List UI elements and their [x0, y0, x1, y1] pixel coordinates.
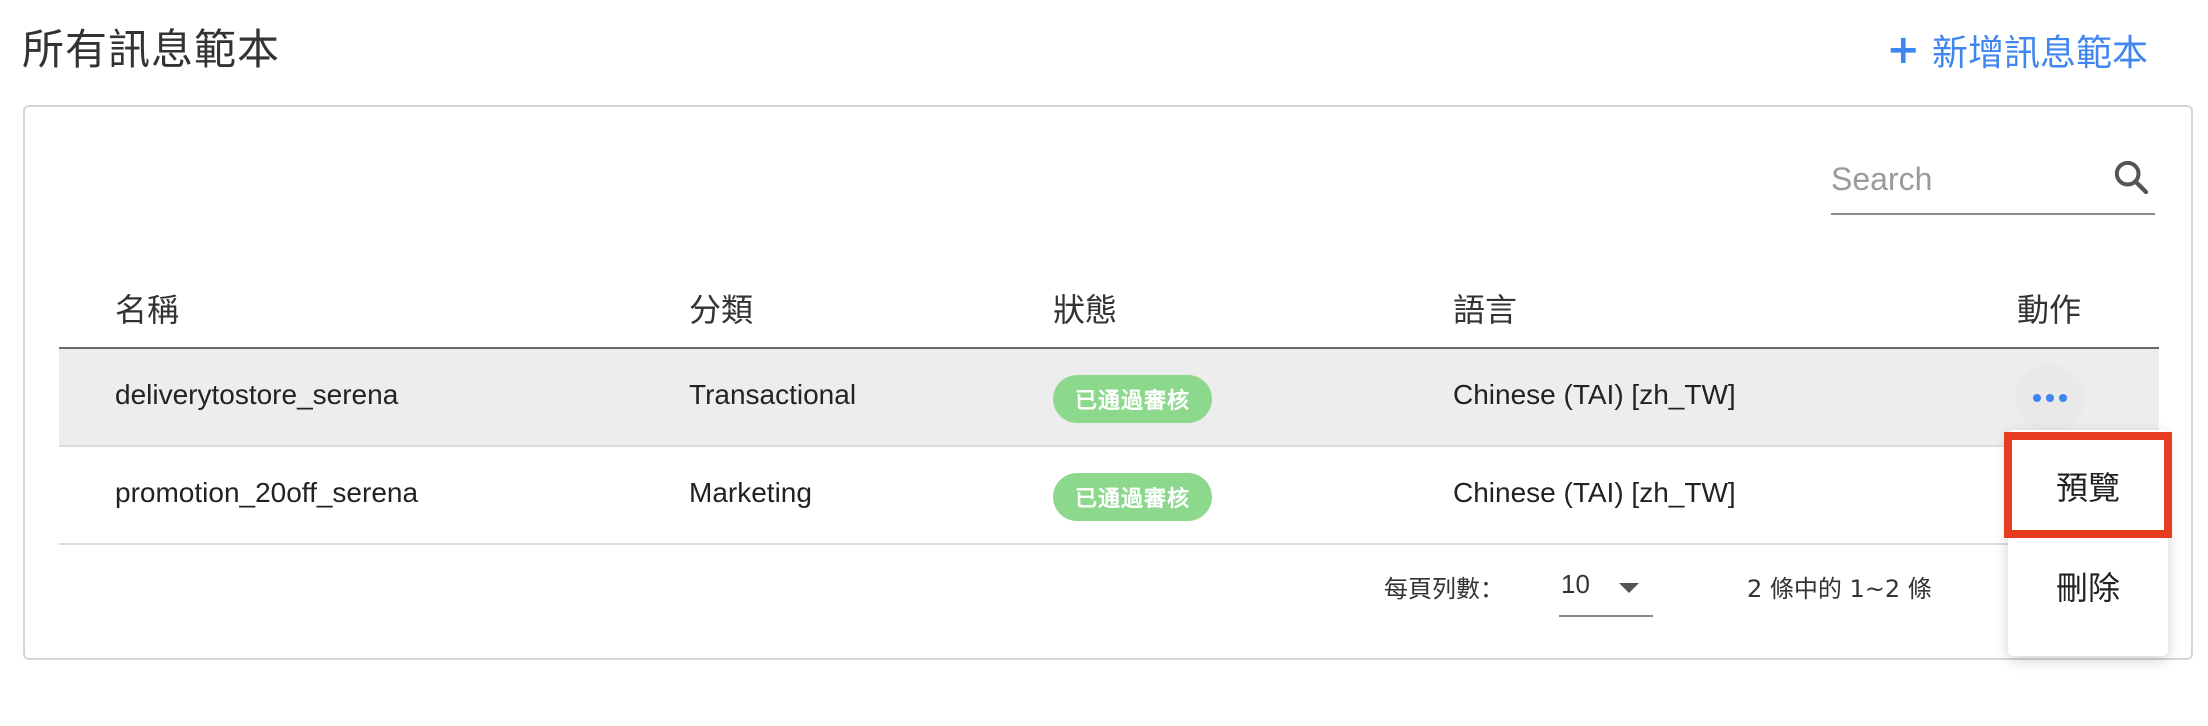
more-horizontal-icon [2033, 394, 2041, 402]
rows-per-page-label: 每頁列數： [1384, 575, 1504, 603]
rows-per-page-value: 10 [1561, 569, 1590, 599]
table-header: 名稱 分類 狀態 語言 動作 [59, 267, 2159, 349]
column-header-name: 名稱 [115, 291, 180, 329]
table-row[interactable]: deliverytostore_serena Transactional 已通過… [59, 349, 2159, 447]
column-header-language: 語言 [1453, 291, 1518, 329]
search-input[interactable] [1831, 157, 2091, 201]
column-header-actions: 動作 [2017, 291, 2082, 329]
column-header-category: 分類 [689, 291, 754, 329]
template-name: deliverytostore_serena [115, 379, 399, 410]
template-name: promotion_20off_serena [115, 477, 419, 508]
highlight-box [2004, 432, 2172, 538]
plus-icon: + [1886, 27, 1920, 73]
menu-item-delete[interactable]: 刪除 [2008, 536, 2168, 636]
more-horizontal-icon [2046, 394, 2054, 402]
template-category: Marketing [689, 477, 812, 508]
page-title: 所有訊息範本 [22, 25, 281, 74]
column-header-status: 狀態 [1053, 291, 1118, 329]
template-category: Transactional [689, 379, 857, 410]
template-language: Chinese (TAI) [zh_TW] [1453, 379, 1736, 410]
rows-per-page-select[interactable]: 10 [1559, 553, 1653, 617]
template-language: Chinese (TAI) [zh_TW] [1453, 477, 1736, 508]
status-badge: 已通過審核 [1053, 375, 1213, 423]
more-horizontal-icon [2059, 394, 2067, 402]
add-template-label: 新增訊息範本 [1931, 33, 2148, 74]
table-row[interactable]: promotion_20off_serena Marketing 已通過審核 C… [59, 447, 2159, 545]
pagination: 每頁列數： 10 2 條中的 1~2 條 [59, 547, 2159, 647]
search-box [1831, 147, 2155, 215]
templates-page: 所有訊息範本 + 新增訊息範本 名稱 分類 狀態 語言 動作 deliveryt… [0, 0, 2208, 726]
pagination-range: 2 條中的 1~2 條 [1747, 575, 1932, 603]
more-actions-button[interactable] [2015, 365, 2085, 431]
caret-down-icon [1619, 583, 1639, 593]
status-badge: 已通過審核 [1053, 473, 1213, 521]
add-template-button[interactable]: + 新增訊息範本 [1886, 24, 2148, 76]
search-icon[interactable] [2111, 157, 2151, 197]
templates-table: 名稱 分類 狀態 語言 動作 deliverytostore_serena Tr… [59, 267, 2159, 545]
templates-card: 名稱 分類 狀態 語言 動作 deliverytostore_serena Tr… [23, 105, 2193, 660]
